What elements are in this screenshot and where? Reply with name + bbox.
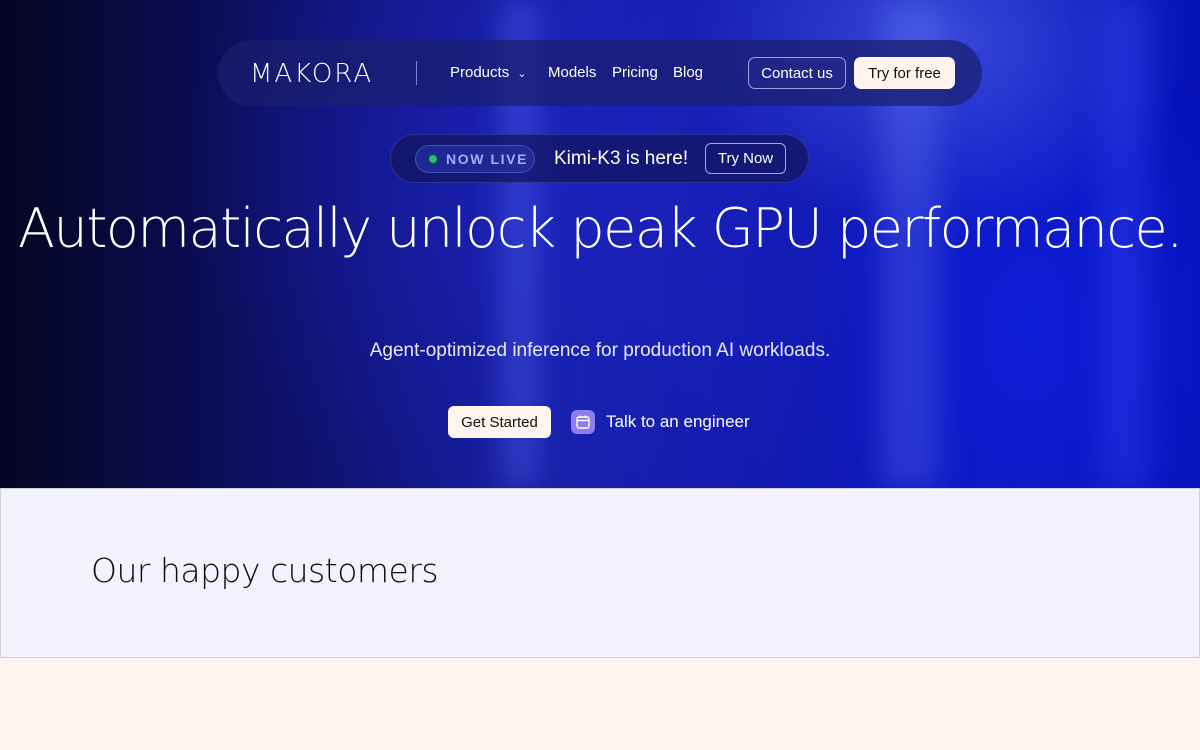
announcement-banner: NOW LIVE Kimi-K3 is here! Try Now (390, 134, 809, 183)
talk-to-engineer-link[interactable]: Talk to an engineer (571, 410, 750, 434)
get-started-button[interactable]: Get Started (448, 406, 551, 438)
nav-divider (416, 61, 417, 85)
now-live-label: NOW LIVE (446, 151, 529, 167)
talk-to-engineer-label: Talk to an engineer (606, 412, 750, 431)
nav-link-pricing[interactable]: Pricing (612, 64, 658, 81)
contact-us-button[interactable]: Contact us (748, 57, 846, 89)
nav-link-models[interactable]: Models (548, 64, 596, 81)
announcement-text: Kimi-K3 is here! (554, 148, 689, 169)
try-for-free-button[interactable]: Try for free (854, 57, 955, 89)
nav-link-blog[interactable]: Blog (673, 64, 703, 81)
top-navigation: MAKORA Products ⌄ Models Pricing Blog Con… (218, 40, 982, 106)
nav-link-label: Products (450, 64, 510, 81)
nav-link-products[interactable]: Products ⌄ (450, 64, 526, 81)
now-live-badge: NOW LIVE (415, 145, 535, 173)
hero-section: MAKORA Products ⌄ Models Pricing Blog Con… (0, 0, 1200, 488)
status-dot-icon (429, 155, 437, 163)
makora-logo[interactable]: MAKORA (250, 59, 373, 89)
hero-headline: Automatically unlock peak GPU performanc… (18, 197, 1183, 260)
hero-subheadline: Agent-optimized inference for production… (369, 340, 831, 361)
chevron-down-icon: ⌄ (517, 68, 527, 80)
calendar-icon (571, 410, 595, 434)
try-now-button[interactable]: Try Now (705, 143, 786, 174)
customers-section: Our happy customers (0, 488, 1200, 658)
customers-title: Our happy customers (91, 551, 439, 590)
